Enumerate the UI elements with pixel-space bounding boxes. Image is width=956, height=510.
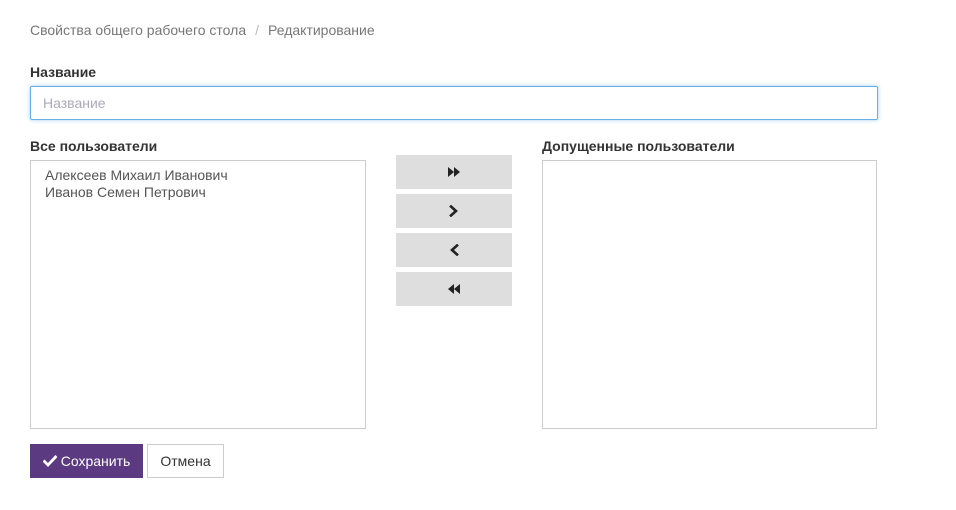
name-label: Название bbox=[30, 64, 97, 80]
all-users-label: Все пользователи bbox=[30, 138, 158, 154]
list-item[interactable]: Алексеев Михаил Иванович bbox=[45, 167, 351, 184]
chevron-right-icon bbox=[449, 205, 458, 217]
save-button[interactable]: Сохранить bbox=[30, 444, 143, 478]
move-all-left-button[interactable] bbox=[396, 272, 512, 306]
move-right-button[interactable] bbox=[396, 194, 512, 228]
breadcrumb-item-desktop-properties[interactable]: Свойства общего рабочего стола bbox=[30, 22, 246, 38]
double-chevron-right-icon bbox=[448, 167, 460, 177]
all-users-listbox[interactable]: Алексеев Михаил Иванович Иванов Семен Пе… bbox=[30, 160, 366, 429]
breadcrumb: Свойства общего рабочего стола / Редактиро… bbox=[30, 22, 375, 38]
breadcrumb-separator: / bbox=[255, 22, 259, 38]
allowed-users-listbox[interactable] bbox=[542, 160, 877, 429]
move-left-button[interactable] bbox=[396, 233, 512, 267]
allowed-users-label: Допущенные пользователи bbox=[542, 138, 735, 154]
chevron-left-icon bbox=[450, 244, 459, 256]
list-item[interactable]: Иванов Семен Петрович bbox=[45, 184, 351, 201]
double-chevron-left-icon bbox=[448, 284, 460, 294]
save-button-label: Сохранить bbox=[60, 453, 131, 469]
cancel-button[interactable]: Отмена bbox=[147, 444, 224, 478]
name-input[interactable] bbox=[30, 86, 878, 120]
breadcrumb-item-editing: Редактирование bbox=[268, 22, 375, 38]
move-all-right-button[interactable] bbox=[396, 155, 512, 189]
check-icon bbox=[42, 455, 57, 467]
